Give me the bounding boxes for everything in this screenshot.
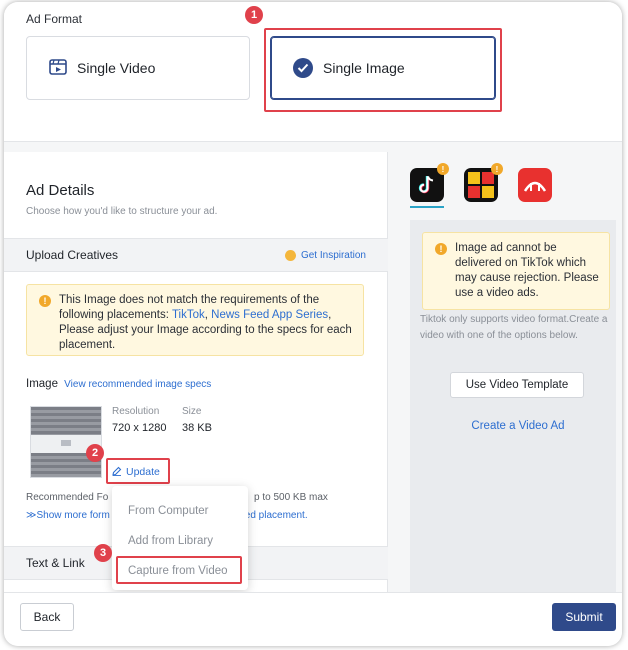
pangle-icon[interactable]: [518, 168, 552, 202]
image-thumbnail: [30, 406, 102, 478]
single-video-option[interactable]: Single Video: [26, 36, 250, 100]
selected-placement-link[interactable]: ted placement.: [242, 510, 308, 521]
highlight-box-single-image: [264, 28, 502, 112]
placement-warning: ! This Image does not match the requirem…: [26, 284, 364, 356]
upload-creatives-header: Upload Creatives Get Inspiration: [4, 238, 388, 272]
ad-details-title: Ad Details: [26, 182, 95, 199]
video-icon: [49, 58, 67, 78]
menu-item-add-from-library[interactable]: Add from Library: [112, 526, 248, 556]
active-placement-indicator: [410, 206, 444, 208]
image-specs-link[interactable]: View recommended image specs: [64, 379, 211, 390]
ad-creation-window: Ad Format Single Video Single Image 1 Ad…: [4, 2, 622, 646]
footer-bar: Back Submit: [4, 592, 622, 646]
show-more-formats-link[interactable]: ≫Show more form: [26, 510, 110, 521]
tiktok-image-warning: ! Image ad cannot be delivered on TikTok…: [422, 232, 610, 310]
use-video-template-button[interactable]: Use Video Template: [450, 372, 584, 398]
tiktok-warning-text: Image ad cannot be delivered on TikTok w…: [455, 242, 599, 299]
news-feed-app-icon[interactable]: !: [464, 163, 503, 202]
tiktok-video-note: Tiktok only supports video format.Create…: [420, 314, 608, 341]
single-video-label: Single Video: [77, 60, 156, 76]
warning-icon: !: [39, 295, 51, 307]
submit-button[interactable]: Submit: [552, 603, 616, 631]
placement-icons: ! !: [410, 163, 552, 202]
size-label: Size: [182, 406, 202, 417]
ad-details-subtitle: Choose how you'd like to structure your …: [26, 206, 218, 217]
resolution-value: 720 x 1280: [112, 422, 167, 434]
back-button[interactable]: Back: [20, 603, 74, 631]
text-link-title: Text & Link: [26, 556, 85, 570]
placement-preview-panel: ! ! ! Image ad cannot be delivered on Ti…: [396, 152, 622, 592]
recommended-formats-text: Recommended Fo: [26, 492, 109, 503]
step-badge-1: 1: [245, 6, 263, 24]
resolution-label: Resolution: [112, 406, 160, 417]
step-badge-3: 3: [94, 544, 112, 562]
ad-format-section: Ad Format Single Video Single Image 1: [4, 2, 622, 142]
tiktok-icon[interactable]: !: [410, 163, 449, 202]
get-inspiration-label: Get Inspiration: [300, 249, 366, 261]
size-value: 38 KB: [182, 422, 212, 434]
step-badge-2: 2: [86, 444, 104, 462]
ad-format-title: Ad Format: [26, 12, 83, 26]
upload-creatives-title: Upload Creatives: [26, 248, 119, 262]
tiktok-warning-badge: !: [437, 163, 449, 175]
get-inspiration-link[interactable]: Get Inspiration: [284, 249, 366, 261]
news-feed-warning-badge: !: [491, 163, 503, 175]
highlight-box-capture: [116, 556, 242, 584]
highlight-box-update: [106, 458, 170, 484]
create-video-ad-link[interactable]: Create a Video Ad: [420, 420, 616, 432]
image-label-row: Image View recommended image specs: [26, 378, 211, 390]
menu-item-from-computer[interactable]: From Computer: [112, 496, 248, 526]
lightbulb-icon: [284, 249, 296, 261]
news-feed-link[interactable]: News Feed App Series: [211, 309, 328, 321]
tiktok-link[interactable]: TikTok: [172, 309, 205, 321]
image-label: Image: [26, 378, 58, 390]
warning-icon: !: [435, 243, 447, 255]
recommended-size-text: p to 500 KB max: [254, 492, 328, 503]
